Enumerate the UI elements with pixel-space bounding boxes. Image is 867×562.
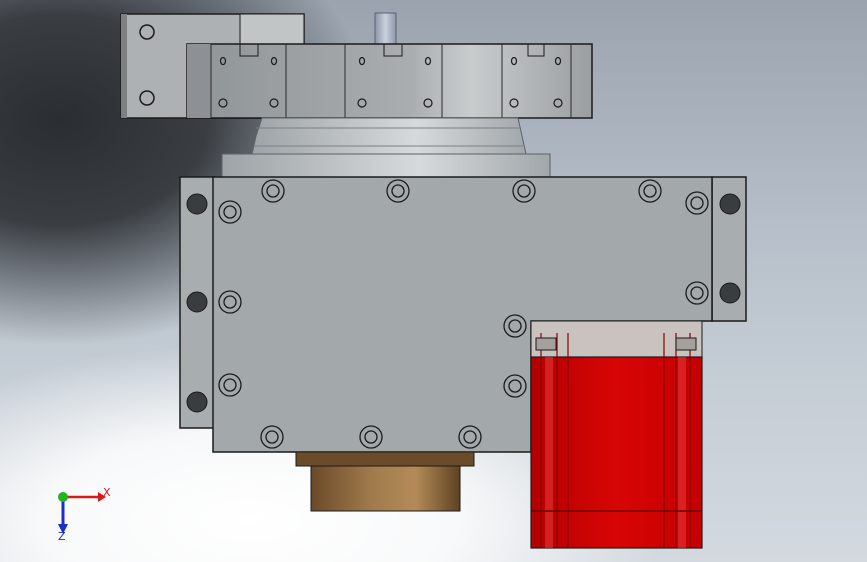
flange-hole [719, 282, 741, 304]
cad-viewport[interactable]: X Z [0, 0, 867, 562]
flange-hole [186, 193, 208, 215]
output-shaft[interactable] [295, 451, 475, 512]
flange-hole [186, 391, 208, 413]
axis-x-label: X [103, 486, 111, 499]
axis-z-label: Z [58, 530, 66, 543]
axis-triad [58, 492, 106, 534]
gearbox-model[interactable] [0, 0, 867, 562]
flange-hole [186, 291, 208, 313]
input-shaft [374, 12, 397, 46]
conical-adapter[interactable] [221, 117, 551, 178]
servo-motor[interactable] [530, 320, 703, 549]
flange-hole [719, 193, 741, 215]
clamp-block[interactable] [186, 43, 593, 119]
